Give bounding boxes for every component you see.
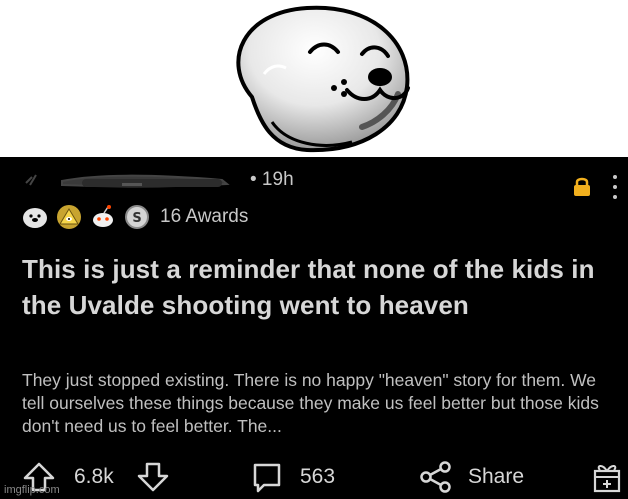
snoo-award-icon — [93, 205, 113, 227]
svg-text:S: S — [132, 211, 141, 226]
more-options-icon[interactable] — [610, 173, 620, 201]
share-button[interactable] — [418, 457, 454, 497]
awards-count: 16 Awards — [160, 206, 249, 227]
downvote-button[interactable] — [136, 457, 170, 497]
vote-score: 6.8k — [74, 465, 114, 488]
share-label[interactable]: Share — [468, 457, 524, 497]
awards-row[interactable]: S 16 Awards — [22, 203, 422, 231]
smiling-seal-icon — [236, 5, 410, 153]
redacted-username — [25, 174, 230, 188]
watermark: imgflip.com — [4, 484, 60, 496]
post-title[interactable]: This is just a reminder that none of the… — [22, 251, 612, 323]
silver-coin-award-icon: S — [125, 205, 149, 229]
share-icon — [420, 461, 451, 493]
gift-icon — [593, 465, 621, 493]
comments-count[interactable]: 563 — [300, 457, 335, 497]
header-image-area — [0, 0, 628, 157]
award-gift-button[interactable] — [592, 457, 622, 497]
triangle-eye-award-icon — [57, 205, 81, 229]
post-meta: • 19h — [22, 169, 622, 199]
action-bar: 6.8k 563 Share — [0, 457, 628, 497]
post-time: • 19h — [250, 169, 294, 190]
comment-icon — [253, 463, 281, 493]
downvote-icon — [137, 462, 169, 492]
lock-icon — [574, 177, 590, 196]
post-body[interactable]: They just stopped existing. There is no … — [22, 369, 622, 438]
seal-award-icon — [23, 208, 47, 228]
comments-button[interactable] — [250, 457, 284, 497]
reddit-post: • 19h S 16 Awards This is just a reminde… — [0, 157, 628, 499]
